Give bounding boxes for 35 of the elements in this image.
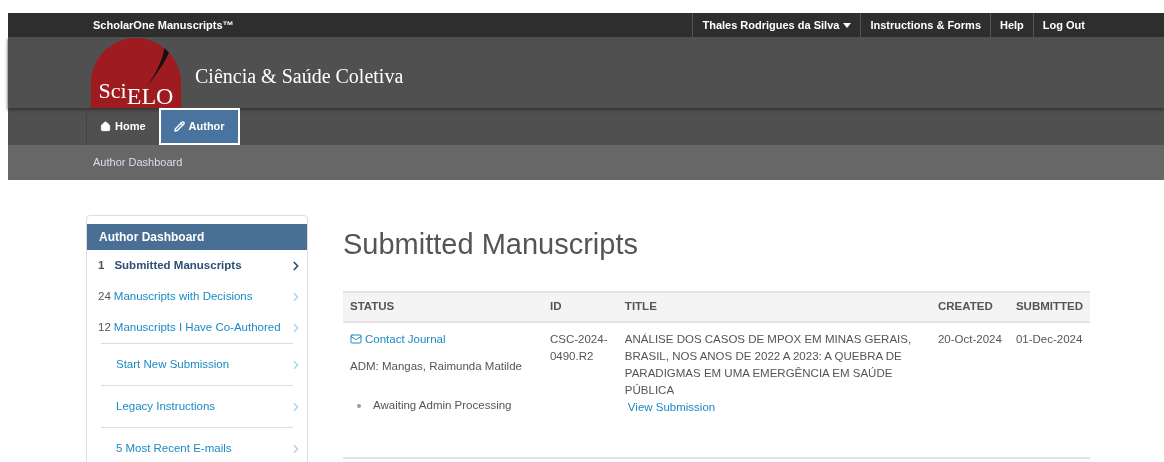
view-submission-link[interactable]: View Submission xyxy=(627,400,716,413)
top-link[interactable]: Help xyxy=(990,13,1033,37)
breadcrumb: Author Dashboard xyxy=(93,155,183,171)
scielo-logo: SciELO xyxy=(91,38,181,108)
column-header: ID xyxy=(542,291,618,322)
journal-name: Ciência & Saúde Coletiva xyxy=(195,64,404,89)
sidebar-title: Author Dashboard xyxy=(87,224,307,250)
sidebar-item[interactable]: 12 Manuscripts I Have Co-Authored xyxy=(98,312,303,343)
brand-name: ScholarOne Manuscripts™ xyxy=(93,17,234,33)
nav-tab[interactable]: Author xyxy=(158,108,240,145)
sidebar-item[interactable]: Start New Submission xyxy=(101,344,303,385)
caret-icon xyxy=(843,22,852,28)
column-header: CREATED xyxy=(930,291,1009,322)
home-icon xyxy=(100,121,111,132)
table-cell: 20-Oct-2024 xyxy=(930,321,1009,458)
table-cell: CSC-2024-0490.R2 xyxy=(542,321,618,458)
admin-name: ADM: Mangas, Raimunda Matilde xyxy=(350,358,523,374)
manuscript-title: ANÁLISE DOS CASOS DE MPOX EM MINAS GERAIS, BRASIL, NOS ANOS DE 2022 A 2023: A QUEBRA DE PARADIGMAS EM UMA EMERGÊNCIA EM SAÚDE PÚBLICA xyxy=(624,331,913,398)
sidebar-item[interactable]: 1 Submitted Manuscripts xyxy=(98,250,303,281)
page-title: Submitted Manuscripts xyxy=(343,227,639,262)
sidebar-item[interactable]: Legacy Instructions xyxy=(101,386,303,427)
contact-journal-link[interactable]: Contact Journal xyxy=(350,330,536,348)
column-header: STATUS xyxy=(343,291,543,322)
top-link[interactable]: Log Out xyxy=(1032,13,1094,37)
pencil-icon xyxy=(173,121,185,132)
bullet-icon xyxy=(357,403,361,408)
status-text: Awaiting Admin Processing xyxy=(373,398,512,413)
mail-icon xyxy=(350,333,362,346)
user-menu[interactable]: Thales Rodrigues da Silva xyxy=(692,13,861,37)
sidebar-item[interactable]: 24 Manuscripts with Decisions xyxy=(98,281,303,312)
table-cell: 01-Dec-2024 xyxy=(1008,321,1090,458)
column-header: SUBMITTED xyxy=(1008,291,1090,322)
column-header: TITLE xyxy=(617,291,931,322)
top-link[interactable]: Instructions & Forms xyxy=(860,13,990,37)
sidebar-item[interactable]: 5 Most Recent E-mails xyxy=(101,428,303,462)
